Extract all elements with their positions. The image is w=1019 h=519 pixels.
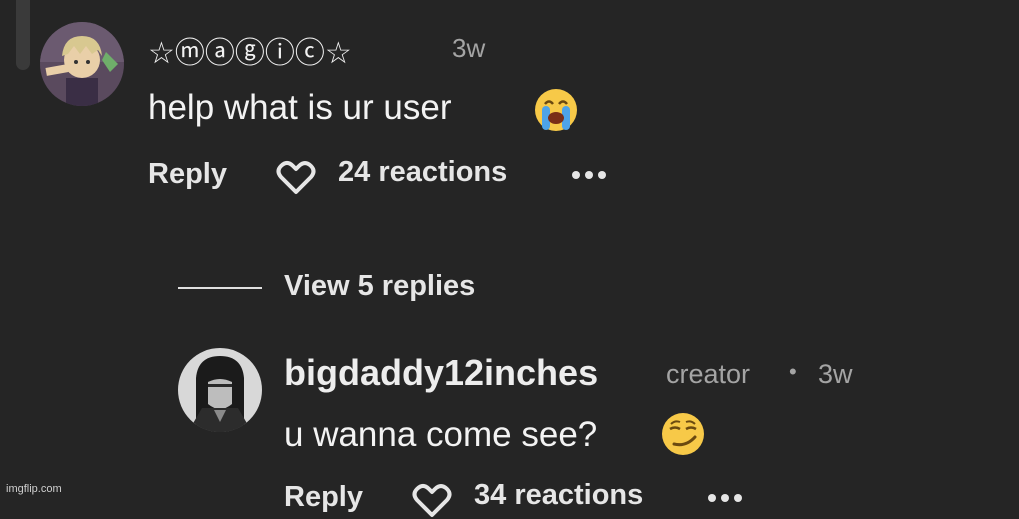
thread-divider [178,287,262,289]
creator-badge: creator [666,359,751,389]
reactions-count[interactable]: 34 reactions [474,479,643,512]
avatar[interactable] [40,22,124,106]
more-options-icon[interactable] [708,494,742,502]
comment-username[interactable]: ☆ⓜⓐⓖⓘⓒ☆ [148,28,352,72]
reactions-count[interactable]: 24 reactions [338,156,507,189]
heart-icon[interactable] [276,160,316,196]
meta-separator: • [789,359,797,384]
comment-timestamp: 3w [452,33,486,63]
reply-username[interactable]: bigdaddy12inches [284,352,598,394]
reply-button[interactable]: Reply [148,158,227,191]
avatar[interactable] [178,348,262,432]
comment-text: help what is ur user [148,88,452,127]
reply-text: u wanna come see? [284,415,598,454]
smirking-face-icon [662,413,704,455]
reply-button[interactable]: Reply [284,481,363,514]
loudly-crying-face-icon [535,89,577,131]
heart-icon[interactable] [412,483,452,519]
scrollbar[interactable] [16,0,30,70]
view-replies-button[interactable]: View 5 replies [284,270,475,303]
more-options-icon[interactable] [572,171,606,179]
reply-timestamp: 3w [818,359,853,389]
watermark: imgflip.com [6,483,62,495]
